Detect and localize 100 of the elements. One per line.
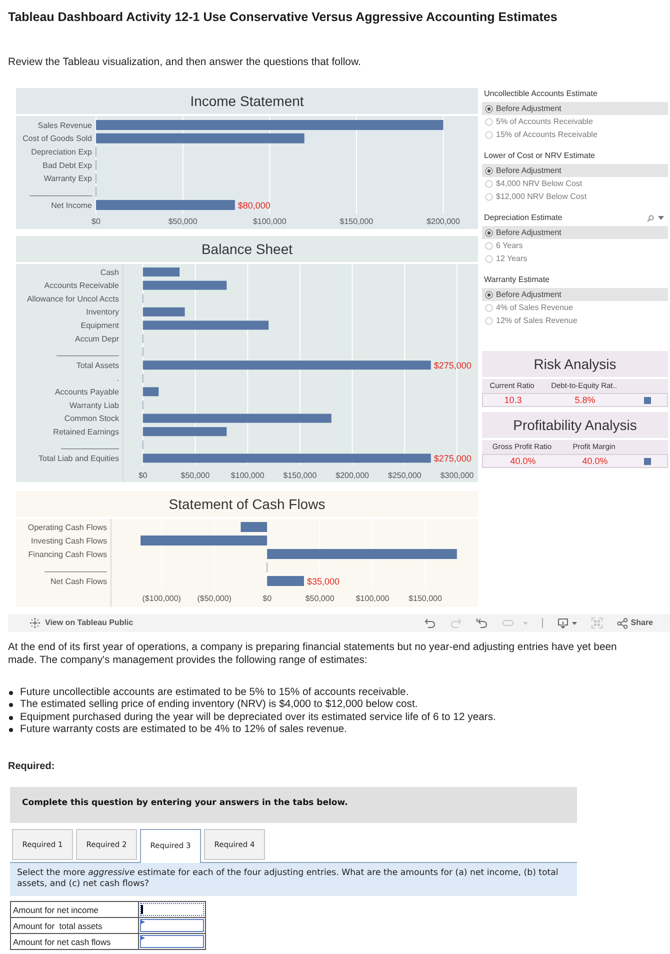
category-label: Bad Debt Exp — [42, 160, 92, 170]
bullet-icon — [9, 703, 13, 708]
value-label: $275,000 — [434, 360, 472, 370]
axis-tick-label: $150,000 — [408, 594, 442, 603]
question-text: At the end of its first year of operations, a company is preparing financial statements but no year-end adjusting entries have yet been made. The company's management provides the following range of estimates: — [8, 641, 618, 667]
category-label: Operating Cash Flows — [28, 522, 107, 532]
plus-cluster-icon — [30, 618, 40, 628]
chart-title: Balance Sheet — [16, 236, 478, 262]
metric-value: 10.3 — [503, 394, 523, 406]
axis-tick-label: $100,000 — [230, 471, 264, 480]
category-label: ______________ — [44, 563, 107, 572]
radio-icon[interactable] — [485, 254, 493, 262]
question-prompt: Select the more aggressive estimate for each of the four adjusting entries. What are the amounts for (a) net income, (b) total assets, and (c) net cash flows? — [10, 863, 577, 896]
category-label: Depreciation Exp — [31, 147, 92, 156]
chart-title: Statement of Cash Flows — [16, 491, 478, 517]
category-label: Accounts Payable — [54, 388, 119, 396]
radio-icon[interactable] — [485, 118, 493, 126]
category-label: Warranty Liab — [70, 400, 119, 410]
revert-icon[interactable] — [476, 617, 488, 629]
category-label: Financing Cash Flows — [28, 550, 107, 559]
radio-icon[interactable] — [485, 304, 493, 312]
axis-tick-label: $300,000 — [440, 471, 474, 480]
answer-label: Amount for net cash flows — [10, 934, 138, 950]
answer-label: Amount for net income — [10, 902, 138, 918]
bar — [142, 307, 185, 316]
axis-tick-label: $50,000 — [305, 594, 334, 603]
radio-icon[interactable] — [485, 228, 493, 236]
axis-tick-label: ($100,000) — [142, 594, 181, 603]
radio-icon[interactable] — [485, 290, 493, 298]
axis-tick-label: ($50,000) — [197, 594, 232, 603]
category-label: _____________ — [61, 440, 119, 450]
category-label: Warranty Exp — [44, 174, 92, 184]
axis-tick-label: $150,000 — [340, 217, 374, 226]
axis-tick-label: $50,000 — [180, 471, 210, 480]
filter-option[interactable]: Before Adjustment — [482, 102, 668, 115]
axis-tick-label: $200,000 — [336, 471, 370, 480]
category-label: Inventory — [86, 308, 119, 317]
axis-tick-label: $100,000 — [356, 594, 390, 603]
filter-option[interactable]: Before Adjustment — [482, 164, 668, 177]
axis-tick-label: $0 — [92, 217, 100, 226]
radio-icon[interactable] — [485, 316, 493, 324]
filter-title: Uncollectible Accounts Estimate — [484, 88, 598, 100]
panel-title: Profitability Analysis — [482, 412, 668, 438]
category-label: Net Income — [51, 200, 92, 210]
undo-icon[interactable] — [424, 617, 436, 629]
caret-icon[interactable] — [572, 622, 577, 624]
caret-icon[interactable] — [658, 216, 664, 220]
bullet-icon — [9, 691, 13, 695]
filter-option[interactable]: 6 Years — [482, 239, 668, 252]
value-label: $80,000 — [238, 200, 270, 210]
filter-option[interactable]: $4,000 NRV Below Cost — [482, 177, 668, 190]
square-mark-icon — [644, 396, 650, 404]
search-icon[interactable] — [647, 214, 654, 222]
filter-option[interactable]: Before Adjustment — [482, 288, 668, 301]
filter-title: Lower of Cost or NRV Estimate — [484, 150, 596, 162]
category-label: Retained Earnings — [53, 427, 119, 436]
radio-icon[interactable] — [485, 242, 493, 250]
filter-option[interactable]: 12 Years — [482, 252, 668, 265]
metric-value: 5.8% — [574, 394, 596, 406]
radio-icon[interactable] — [485, 192, 493, 200]
filter-option[interactable]: 12% of Sales Revenue — [482, 314, 668, 327]
bullet-icon — [9, 716, 13, 720]
bar — [142, 268, 180, 276]
category-label: ______________ — [56, 348, 119, 357]
answer-field[interactable] — [140, 919, 204, 932]
radio-icon[interactable] — [485, 104, 493, 112]
category-label: . — [116, 374, 119, 384]
category-label: Cash — [100, 268, 119, 277]
answer-field[interactable] — [140, 935, 204, 948]
radio-icon[interactable] — [485, 166, 493, 174]
category-label: Accum Depr — [74, 334, 119, 344]
filter-option[interactable]: 15% of Accounts Receivable — [482, 128, 668, 141]
filter-option[interactable]: $12,000 NRV Below Cost — [482, 190, 668, 203]
answer-field[interactable] — [140, 903, 204, 916]
category-label: Cost of Goods Sold — [22, 134, 92, 144]
category-label: Equipment — [80, 321, 119, 330]
value-label: $275,000 — [434, 454, 472, 464]
radio-icon[interactable] — [485, 130, 493, 138]
filter-option[interactable]: Before Adjustment — [482, 226, 668, 239]
bar — [240, 522, 268, 532]
bullet-text: Future uncollectible accounts are estimated to be 5% to 15% of accounts receivable. — [20, 687, 409, 699]
bullet-text: Future warranty costs are estimated to be 4% to 12% of sales revenue. — [20, 724, 347, 736]
page-title: Tableau Dashboard Activity 12-1 Use Conservative Versus Aggressive Accounting Estimates — [8, 9, 558, 24]
axis-tick-label: $0 — [138, 471, 148, 480]
metric-value: 40.0% — [509, 455, 537, 467]
axis-tick-label: $100,000 — [252, 217, 286, 226]
axis-tick-label: $0 — [262, 594, 272, 603]
value-label: $35,000 — [307, 576, 340, 586]
radio-icon[interactable] — [485, 180, 493, 188]
category-label: Accounts Receivable — [44, 281, 119, 290]
filter-option[interactable]: 4% of Sales Revenue — [482, 301, 668, 314]
view-link[interactable]: View on Tableau Public — [30, 617, 134, 629]
download-icon[interactable] — [556, 617, 569, 629]
filter-title: Depreciation Estimate — [484, 212, 562, 224]
category-label: ______________ — [30, 187, 92, 196]
filter-option[interactable]: 5% of Accounts Receivable — [482, 115, 668, 128]
category-label: Total Assets — [76, 360, 119, 370]
square-mark-icon — [644, 458, 650, 464]
axis-tick-label: $50,000 — [168, 217, 198, 226]
share-button[interactable]: Share — [616, 617, 653, 629]
